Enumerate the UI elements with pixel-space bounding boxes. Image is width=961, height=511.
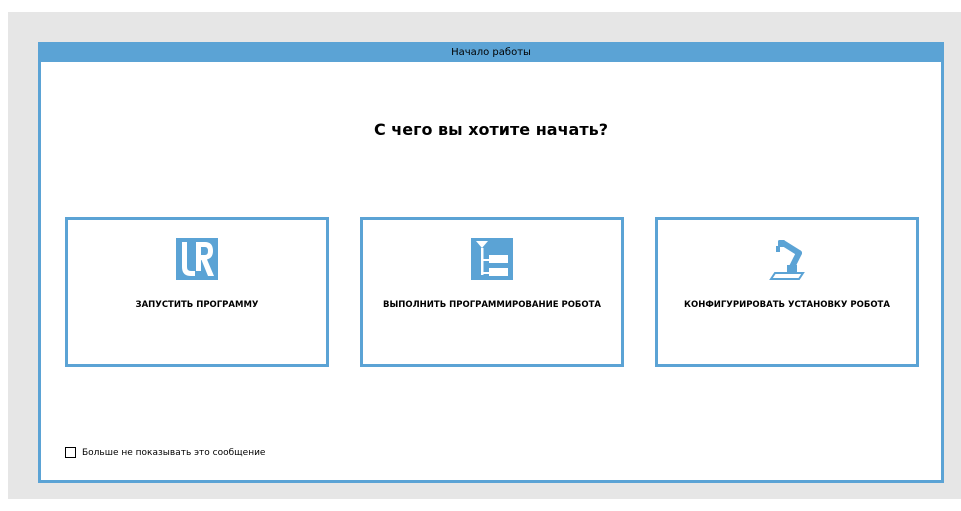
run-program-label: ЗАПУСТИТЬ ПРОГРАММУ bbox=[135, 300, 259, 310]
program-tree-icon bbox=[471, 238, 513, 280]
dont-show-again-label: Больше не показывать это сообщение bbox=[82, 447, 266, 458]
welcome-dialog: Начало работы С чего вы хотите начать? З… bbox=[38, 42, 944, 483]
dialog-titlebar: Начало работы bbox=[38, 42, 944, 62]
program-robot-label: ВЫПОЛНИТЬ ПРОГРАММИРОВАНИЕ РОБОТА bbox=[382, 300, 602, 310]
ur-logo-icon bbox=[176, 238, 218, 280]
dont-show-again-checkbox[interactable] bbox=[65, 447, 76, 458]
configure-installation-button[interactable]: КОНФИГУРИРОВАТЬ УСТАНОВКУ РОБОТА bbox=[655, 217, 919, 367]
run-program-button[interactable]: ЗАПУСТИТЬ ПРОГРАММУ bbox=[65, 217, 329, 367]
program-robot-button[interactable]: ВЫПОЛНИТЬ ПРОГРАММИРОВАНИЕ РОБОТА bbox=[360, 217, 624, 367]
dialog-title: Начало работы bbox=[451, 46, 531, 58]
robot-arm-icon bbox=[769, 240, 805, 280]
dialog-headline: С чего вы хотите начать? bbox=[373, 120, 609, 139]
dont-show-again-row: Больше не показывать это сообщение bbox=[65, 447, 265, 458]
configure-installation-label: КОНФИГУРИРОВАТЬ УСТАНОВКУ РОБОТА bbox=[684, 300, 890, 310]
